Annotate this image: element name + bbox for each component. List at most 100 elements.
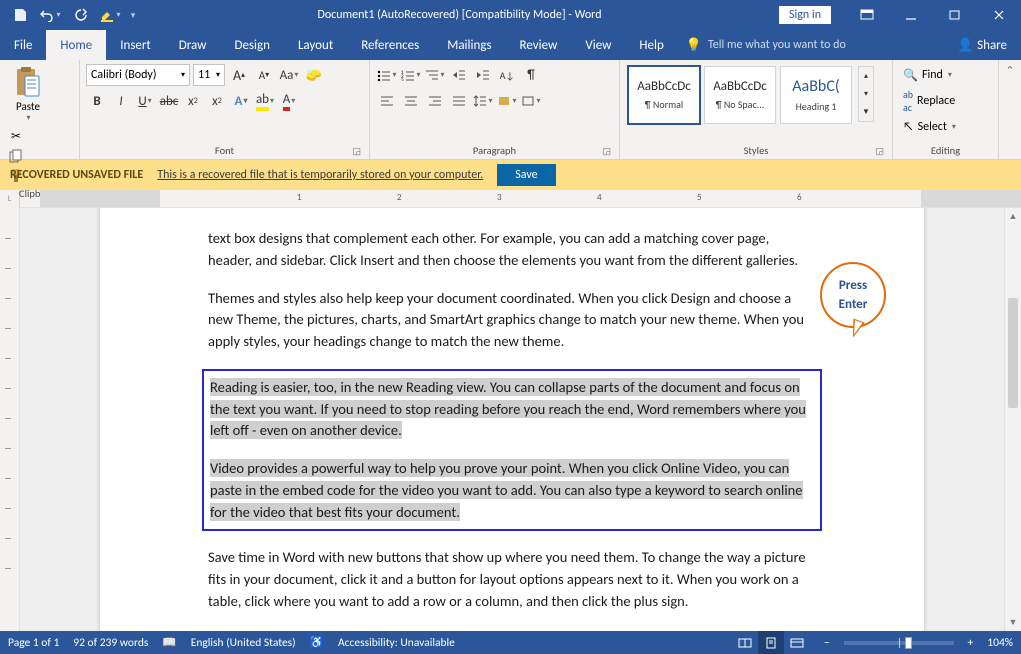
grow-font-icon[interactable]: A▴ [228, 64, 250, 86]
recovery-label: RECOVERED UNSAVED FILE [10, 168, 143, 182]
italic-icon[interactable]: I [110, 90, 132, 112]
font-color-icon[interactable]: A▾ [278, 90, 300, 112]
show-marks-icon[interactable]: ¶ [520, 64, 542, 86]
bullets-icon[interactable]: ▾ [376, 64, 398, 86]
change-case-icon[interactable]: Aa▾ [278, 64, 300, 86]
tab-home[interactable]: Home [46, 30, 106, 60]
align-left-icon[interactable] [376, 90, 398, 112]
subscript-icon[interactable]: x2 [182, 90, 204, 112]
paragraph-selected[interactable]: Reading is easier, too, in the new Readi… [210, 377, 814, 442]
strike-icon[interactable]: abc [158, 90, 180, 112]
replace-icon: abac [903, 88, 913, 114]
cursor-icon: ↖ [903, 120, 914, 134]
increase-indent-icon[interactable] [472, 64, 494, 86]
find-button[interactable]: 🔍Find▾ [899, 64, 992, 86]
clear-format-icon[interactable]: 🧽 [303, 64, 325, 86]
status-language[interactable]: English (United States) [191, 636, 296, 650]
bold-icon[interactable]: B [86, 90, 108, 112]
tellme-input[interactable]: Tell me what you want to do [708, 38, 846, 52]
tab-references[interactable]: References [347, 30, 433, 60]
spellcheck-icon[interactable]: 📖 [162, 635, 176, 650]
tab-help[interactable]: Help [625, 30, 677, 60]
tab-file[interactable]: File [0, 30, 46, 60]
qat-customize-icon[interactable]: ▾ [126, 1, 140, 29]
status-accessibility[interactable]: Accessibility: Unavailable [338, 636, 455, 650]
superscript-icon[interactable]: x2 [206, 90, 228, 112]
numbering-icon[interactable]: 123▾ [400, 64, 422, 86]
horizontal-ruler[interactable]: 1 2 3 4 5 6 [20, 190, 1021, 207]
collapse-ribbon-icon[interactable]: ⌃ [1005, 64, 1014, 77]
document-canvas[interactable]: text box designs that complement each ot… [20, 208, 1004, 631]
highlight-icon[interactable]: ab▾ [254, 90, 276, 112]
text-effects-icon[interactable]: A▾ [230, 90, 252, 112]
copy-icon[interactable] [6, 147, 26, 165]
tab-layout[interactable]: Layout [284, 30, 347, 60]
tab-review[interactable]: Review [506, 30, 572, 60]
scroll-up-icon[interactable]: ▲ [1005, 208, 1021, 225]
scroll-thumb[interactable] [1008, 298, 1018, 408]
tab-insert[interactable]: Insert [106, 30, 165, 60]
shading-icon[interactable]: ▾ [496, 90, 518, 112]
share-button[interactable]: 👤 Share [943, 30, 1021, 60]
ribbon-display-icon[interactable] [845, 0, 889, 30]
zoom-in-icon[interactable]: + [968, 636, 974, 650]
undo-icon[interactable]: ▾ [36, 1, 64, 29]
dialog-launcher-icon[interactable]: ◲ [352, 146, 361, 157]
align-center-icon[interactable] [400, 90, 422, 112]
decrease-indent-icon[interactable] [448, 64, 470, 86]
style-nospacing[interactable]: AaBbCcDc¶ No Spac... [704, 66, 776, 124]
save-icon[interactable] [6, 1, 34, 29]
zoom-slider[interactable] [844, 641, 954, 645]
zoom-out-icon[interactable]: − [824, 636, 830, 650]
style-normal[interactable]: AaBbCcDc¶ Normal [628, 66, 700, 124]
styles-scroll-up-icon[interactable]: ▴ [859, 67, 873, 85]
web-layout-icon[interactable] [784, 631, 810, 654]
redo-icon[interactable] [66, 1, 94, 29]
style-heading1[interactable]: AaBbC(Heading 1 [780, 66, 852, 124]
scroll-down-icon[interactable]: ▼ [1005, 614, 1021, 631]
zoom-level[interactable]: 104% [987, 636, 1013, 650]
highlight-qat-icon[interactable]: ▾ [96, 1, 124, 29]
recovery-bar: RECOVERED UNSAVED FILE This is a recover… [0, 160, 1021, 190]
multilevel-icon[interactable]: ▾ [424, 64, 446, 86]
line-spacing-icon[interactable]: ▾ [472, 90, 494, 112]
replace-button[interactable]: abacReplace [899, 90, 992, 112]
dialog-launcher-icon[interactable]: ◲ [875, 146, 884, 157]
sort-icon[interactable]: A↓ [496, 64, 518, 86]
styles-scroll-down-icon[interactable]: ▾ [859, 85, 873, 103]
status-words[interactable]: 92 of 239 words [73, 636, 148, 650]
page[interactable]: text box designs that complement each ot… [100, 208, 924, 631]
minimize-icon[interactable] [889, 0, 933, 30]
read-mode-icon[interactable] [732, 631, 758, 654]
paragraph[interactable]: text box designs that complement each ot… [208, 228, 816, 272]
status-page[interactable]: Page 1 of 1 [8, 636, 59, 650]
styles-expand-icon[interactable]: ▼ [859, 103, 873, 121]
sign-in-button[interactable]: Sign in [779, 6, 831, 24]
tab-design[interactable]: Design [220, 30, 283, 60]
paste-button[interactable]: Paste ▾ [6, 64, 50, 123]
zoom-handle[interactable] [905, 637, 912, 649]
shrink-font-icon[interactable]: A▾ [253, 64, 275, 86]
vertical-scrollbar[interactable]: ▲ ▼ [1004, 208, 1021, 631]
paragraph[interactable]: Save time in Word with new buttons that … [208, 547, 816, 612]
align-right-icon[interactable] [424, 90, 446, 112]
font-name-combo[interactable]: Calibri (Body)▾ [86, 64, 190, 86]
tab-view[interactable]: View [571, 30, 625, 60]
cut-icon[interactable]: ✂ [6, 127, 26, 145]
underline-icon[interactable]: U▾ [134, 90, 156, 112]
recovery-save-button[interactable]: Save [497, 164, 555, 186]
vertical-ruler[interactable] [0, 208, 20, 631]
print-layout-icon[interactable] [758, 631, 784, 654]
select-button[interactable]: ↖Select▾ [899, 116, 992, 138]
font-size-combo[interactable]: 11▾ [193, 64, 225, 86]
maximize-icon[interactable] [933, 0, 977, 30]
tab-draw[interactable]: Draw [165, 30, 221, 60]
dialog-launcher-icon[interactable]: ◲ [602, 146, 611, 157]
tab-mailings[interactable]: Mailings [433, 30, 505, 60]
borders-icon[interactable]: ▾ [520, 90, 542, 112]
paragraph[interactable]: Themes and styles also help keep your do… [208, 288, 816, 353]
recovery-message[interactable]: This is a recovered file that is tempora… [157, 168, 483, 182]
paragraph-selected[interactable]: Video provides a powerful way to help yo… [210, 458, 814, 523]
close-icon[interactable] [977, 0, 1021, 30]
justify-icon[interactable] [448, 90, 470, 112]
